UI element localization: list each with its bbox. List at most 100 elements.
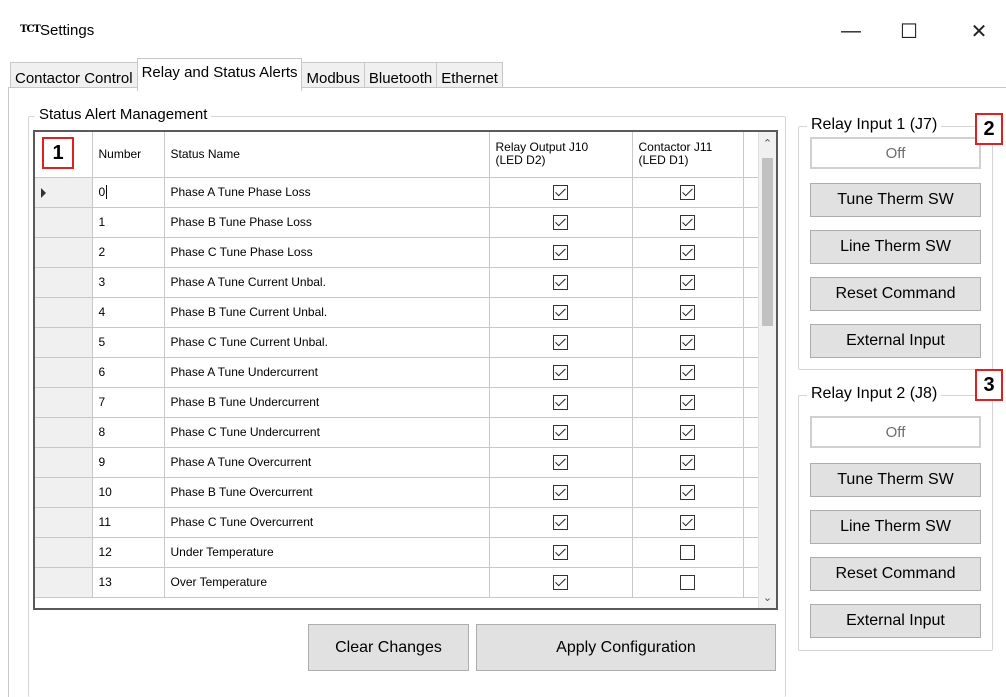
relay-output-checkbox[interactable] bbox=[553, 364, 568, 380]
contactor-checkbox[interactable] bbox=[680, 304, 695, 320]
relay-output-checkbox[interactable] bbox=[553, 274, 568, 290]
relay-output-checkbox[interactable] bbox=[553, 424, 568, 440]
relay-output-checkbox[interactable] bbox=[553, 184, 568, 200]
table-row[interactable]: 2 Phase C Tune Phase Loss bbox=[35, 237, 776, 268]
row-header[interactable] bbox=[35, 177, 93, 208]
number-cell[interactable]: 3 bbox=[92, 267, 165, 298]
status-alert-grid[interactable]: Number Status Name Relay Output J10 (LED… bbox=[33, 130, 778, 610]
row-header[interactable] bbox=[35, 237, 93, 268]
number-cell[interactable]: 6 bbox=[92, 357, 165, 388]
table-row[interactable]: 6 Phase A Tune Undercurrent bbox=[35, 357, 776, 388]
status-name-cell[interactable]: Phase A Tune Undercurrent bbox=[164, 357, 490, 388]
vertical-scrollbar[interactable]: ⌃ ⌄ bbox=[758, 132, 776, 608]
status-name-cell[interactable]: Phase B Tune Overcurrent bbox=[164, 477, 490, 508]
contactor-checkbox[interactable] bbox=[680, 334, 695, 350]
relay-output-checkbox[interactable] bbox=[553, 514, 568, 530]
relay-output-checkbox[interactable] bbox=[553, 574, 568, 590]
scroll-thumb[interactable] bbox=[762, 158, 773, 326]
relay-1-line-therm-sw-button[interactable]: Line Therm SW bbox=[810, 230, 981, 264]
contactor-checkbox[interactable] bbox=[680, 544, 695, 560]
status-name-cell[interactable]: Under Temperature bbox=[164, 537, 490, 568]
status-name-cell[interactable]: Phase C Tune Overcurrent bbox=[164, 507, 490, 538]
contactor-checkbox[interactable] bbox=[680, 244, 695, 260]
status-name-cell[interactable]: Phase A Tune Phase Loss bbox=[164, 177, 490, 208]
relay-2-line-therm-sw-button[interactable]: Line Therm SW bbox=[810, 510, 981, 544]
column-header-number[interactable]: Number bbox=[92, 132, 165, 178]
row-header[interactable] bbox=[35, 447, 93, 478]
column-header-contactor[interactable]: Contactor J11 (LED D1) bbox=[632, 132, 744, 178]
status-name-cell[interactable]: Phase C Tune Phase Loss bbox=[164, 237, 490, 268]
minimize-icon[interactable]: — bbox=[828, 14, 874, 48]
number-cell[interactable]: 12 bbox=[92, 537, 165, 568]
relay-output-checkbox[interactable] bbox=[553, 454, 568, 470]
contactor-checkbox[interactable] bbox=[680, 574, 695, 590]
number-cell[interactable]: 7 bbox=[92, 387, 165, 418]
table-row[interactable]: 5 Phase C Tune Current Unbal. bbox=[35, 327, 776, 358]
table-row[interactable]: 7 Phase B Tune Undercurrent bbox=[35, 387, 776, 418]
status-name-cell[interactable]: Over Temperature bbox=[164, 567, 490, 598]
scroll-down-icon[interactable]: ⌄ bbox=[759, 588, 776, 606]
table-row[interactable]: 9 Phase A Tune Overcurrent bbox=[35, 447, 776, 478]
row-header[interactable] bbox=[35, 297, 93, 328]
row-header[interactable] bbox=[35, 507, 93, 538]
row-header[interactable] bbox=[35, 567, 93, 598]
row-header[interactable] bbox=[35, 537, 93, 568]
close-icon[interactable]: ✕ bbox=[956, 14, 1002, 48]
status-name-cell[interactable]: Phase A Tune Overcurrent bbox=[164, 447, 490, 478]
column-header-relay-output[interactable]: Relay Output J10 (LED D2) bbox=[489, 132, 633, 178]
tab-bluetooth[interactable]: Bluetooth bbox=[363, 62, 438, 90]
row-header[interactable] bbox=[35, 477, 93, 508]
maximize-icon[interactable]: ☐ bbox=[886, 14, 932, 48]
status-name-cell[interactable]: Phase B Tune Undercurrent bbox=[164, 387, 490, 418]
relay-2-external-input-button[interactable]: External Input bbox=[810, 604, 981, 638]
clear-changes-button[interactable]: Clear Changes bbox=[308, 624, 469, 671]
table-row[interactable]: 13 Over Temperature bbox=[35, 567, 776, 598]
table-row[interactable]: 1 Phase B Tune Phase Loss bbox=[35, 207, 776, 238]
relay-output-checkbox[interactable] bbox=[553, 484, 568, 500]
number-cell[interactable]: 11 bbox=[92, 507, 165, 538]
row-header[interactable] bbox=[35, 327, 93, 358]
table-row[interactable]: 3 Phase A Tune Current Unbal. bbox=[35, 267, 776, 298]
row-header[interactable] bbox=[35, 387, 93, 418]
relay-output-checkbox[interactable] bbox=[553, 334, 568, 350]
number-cell[interactable]: 9 bbox=[92, 447, 165, 478]
relay-output-checkbox[interactable] bbox=[553, 214, 568, 230]
table-row[interactable]: 0 Phase A Tune Phase Loss bbox=[35, 177, 776, 208]
tab-contactor-control[interactable]: Contactor Control bbox=[10, 62, 138, 90]
column-header-status-name[interactable]: Status Name bbox=[164, 132, 490, 178]
relay-output-checkbox[interactable] bbox=[553, 304, 568, 320]
contactor-checkbox[interactable] bbox=[680, 514, 695, 530]
table-row[interactable]: 4 Phase B Tune Current Unbal. bbox=[35, 297, 776, 328]
relay-1-tune-therm-sw-button[interactable]: Tune Therm SW bbox=[810, 183, 981, 217]
contactor-checkbox[interactable] bbox=[680, 214, 695, 230]
table-row[interactable]: 8 Phase C Tune Undercurrent bbox=[35, 417, 776, 448]
status-name-cell[interactable]: Phase C Tune Undercurrent bbox=[164, 417, 490, 448]
tab-relay-and-status-alerts[interactable]: Relay and Status Alerts bbox=[136, 58, 303, 91]
table-row[interactable]: 12 Under Temperature bbox=[35, 537, 776, 568]
status-name-cell[interactable]: Phase C Tune Current Unbal. bbox=[164, 327, 490, 358]
status-name-cell[interactable]: Phase B Tune Phase Loss bbox=[164, 207, 490, 238]
contactor-checkbox[interactable] bbox=[680, 454, 695, 470]
row-header[interactable] bbox=[35, 417, 93, 448]
row-header[interactable] bbox=[35, 267, 93, 298]
relay-output-checkbox[interactable] bbox=[553, 244, 568, 260]
tab-ethernet[interactable]: Ethernet bbox=[436, 62, 503, 90]
status-name-cell[interactable]: Phase A Tune Current Unbal. bbox=[164, 267, 490, 298]
status-name-cell[interactable]: Phase B Tune Current Unbal. bbox=[164, 297, 490, 328]
tab-modbus[interactable]: Modbus bbox=[301, 62, 365, 90]
contactor-checkbox[interactable] bbox=[680, 364, 695, 380]
contactor-checkbox[interactable] bbox=[680, 394, 695, 410]
relay-2-reset-command-button[interactable]: Reset Command bbox=[810, 557, 981, 591]
contactor-checkbox[interactable] bbox=[680, 184, 695, 200]
number-cell[interactable]: 10 bbox=[92, 477, 165, 508]
number-cell[interactable]: 13 bbox=[92, 567, 165, 598]
relay-2-tune-therm-sw-button[interactable]: Tune Therm SW bbox=[810, 463, 981, 497]
relay-1-external-input-button[interactable]: External Input bbox=[810, 324, 981, 358]
number-cell[interactable]: 1 bbox=[92, 207, 165, 238]
table-row[interactable]: 11 Phase C Tune Overcurrent bbox=[35, 507, 776, 538]
contactor-checkbox[interactable] bbox=[680, 424, 695, 440]
table-row[interactable]: 10 Phase B Tune Overcurrent bbox=[35, 477, 776, 508]
relay-1-reset-command-button[interactable]: Reset Command bbox=[810, 277, 981, 311]
scroll-up-icon[interactable]: ⌃ bbox=[759, 134, 776, 152]
row-header[interactable] bbox=[35, 207, 93, 238]
